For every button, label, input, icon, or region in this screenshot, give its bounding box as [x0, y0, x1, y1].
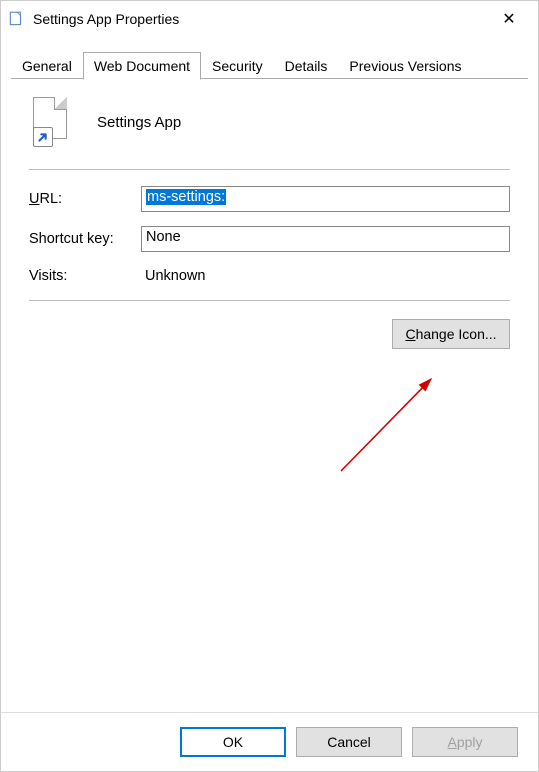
window-icon	[7, 10, 25, 28]
divider	[29, 300, 510, 301]
app-name: Settings App	[97, 114, 181, 131]
visits-value: Unknown	[141, 266, 510, 286]
change-icon-button[interactable]: Change Icon...	[392, 319, 510, 349]
shortcut-file-icon	[33, 97, 77, 147]
url-row: URL: ms-settings:	[29, 186, 510, 212]
visits-label: Visits:	[29, 268, 141, 284]
annotation-arrow-icon	[331, 371, 461, 491]
shortcut-key-input[interactable]: None	[141, 226, 510, 252]
apply-button[interactable]: Apply	[412, 727, 518, 757]
visits-row: Visits: Unknown	[29, 266, 510, 286]
url-label: URL:	[29, 191, 141, 207]
app-header: Settings App	[29, 97, 510, 147]
shortcut-key-label: Shortcut key:	[29, 231, 141, 247]
tab-security[interactable]: Security	[201, 52, 274, 80]
dialog-footer: OK Cancel Apply	[1, 712, 538, 771]
change-icon-row: Change Icon...	[29, 319, 510, 349]
titlebar: Settings App Properties ✕	[1, 1, 538, 37]
url-input[interactable]: ms-settings:	[141, 186, 510, 212]
close-button[interactable]: ✕	[486, 3, 532, 35]
tab-details[interactable]: Details	[274, 52, 339, 80]
shortcut-arrow-icon	[33, 127, 53, 147]
tab-web-document[interactable]: Web Document	[83, 52, 201, 80]
ok-button[interactable]: OK	[180, 727, 286, 757]
cancel-button[interactable]: Cancel	[296, 727, 402, 757]
tab-general[interactable]: General	[11, 52, 83, 80]
tabs: General Web Document Security Details Pr…	[1, 51, 538, 79]
shortcut-key-row: Shortcut key: None	[29, 226, 510, 252]
tab-previous-versions[interactable]: Previous Versions	[338, 52, 472, 80]
window-title: Settings App Properties	[33, 11, 486, 27]
tab-content: Settings App URL: ms-settings: Shortcut …	[1, 79, 538, 359]
divider	[29, 169, 510, 170]
